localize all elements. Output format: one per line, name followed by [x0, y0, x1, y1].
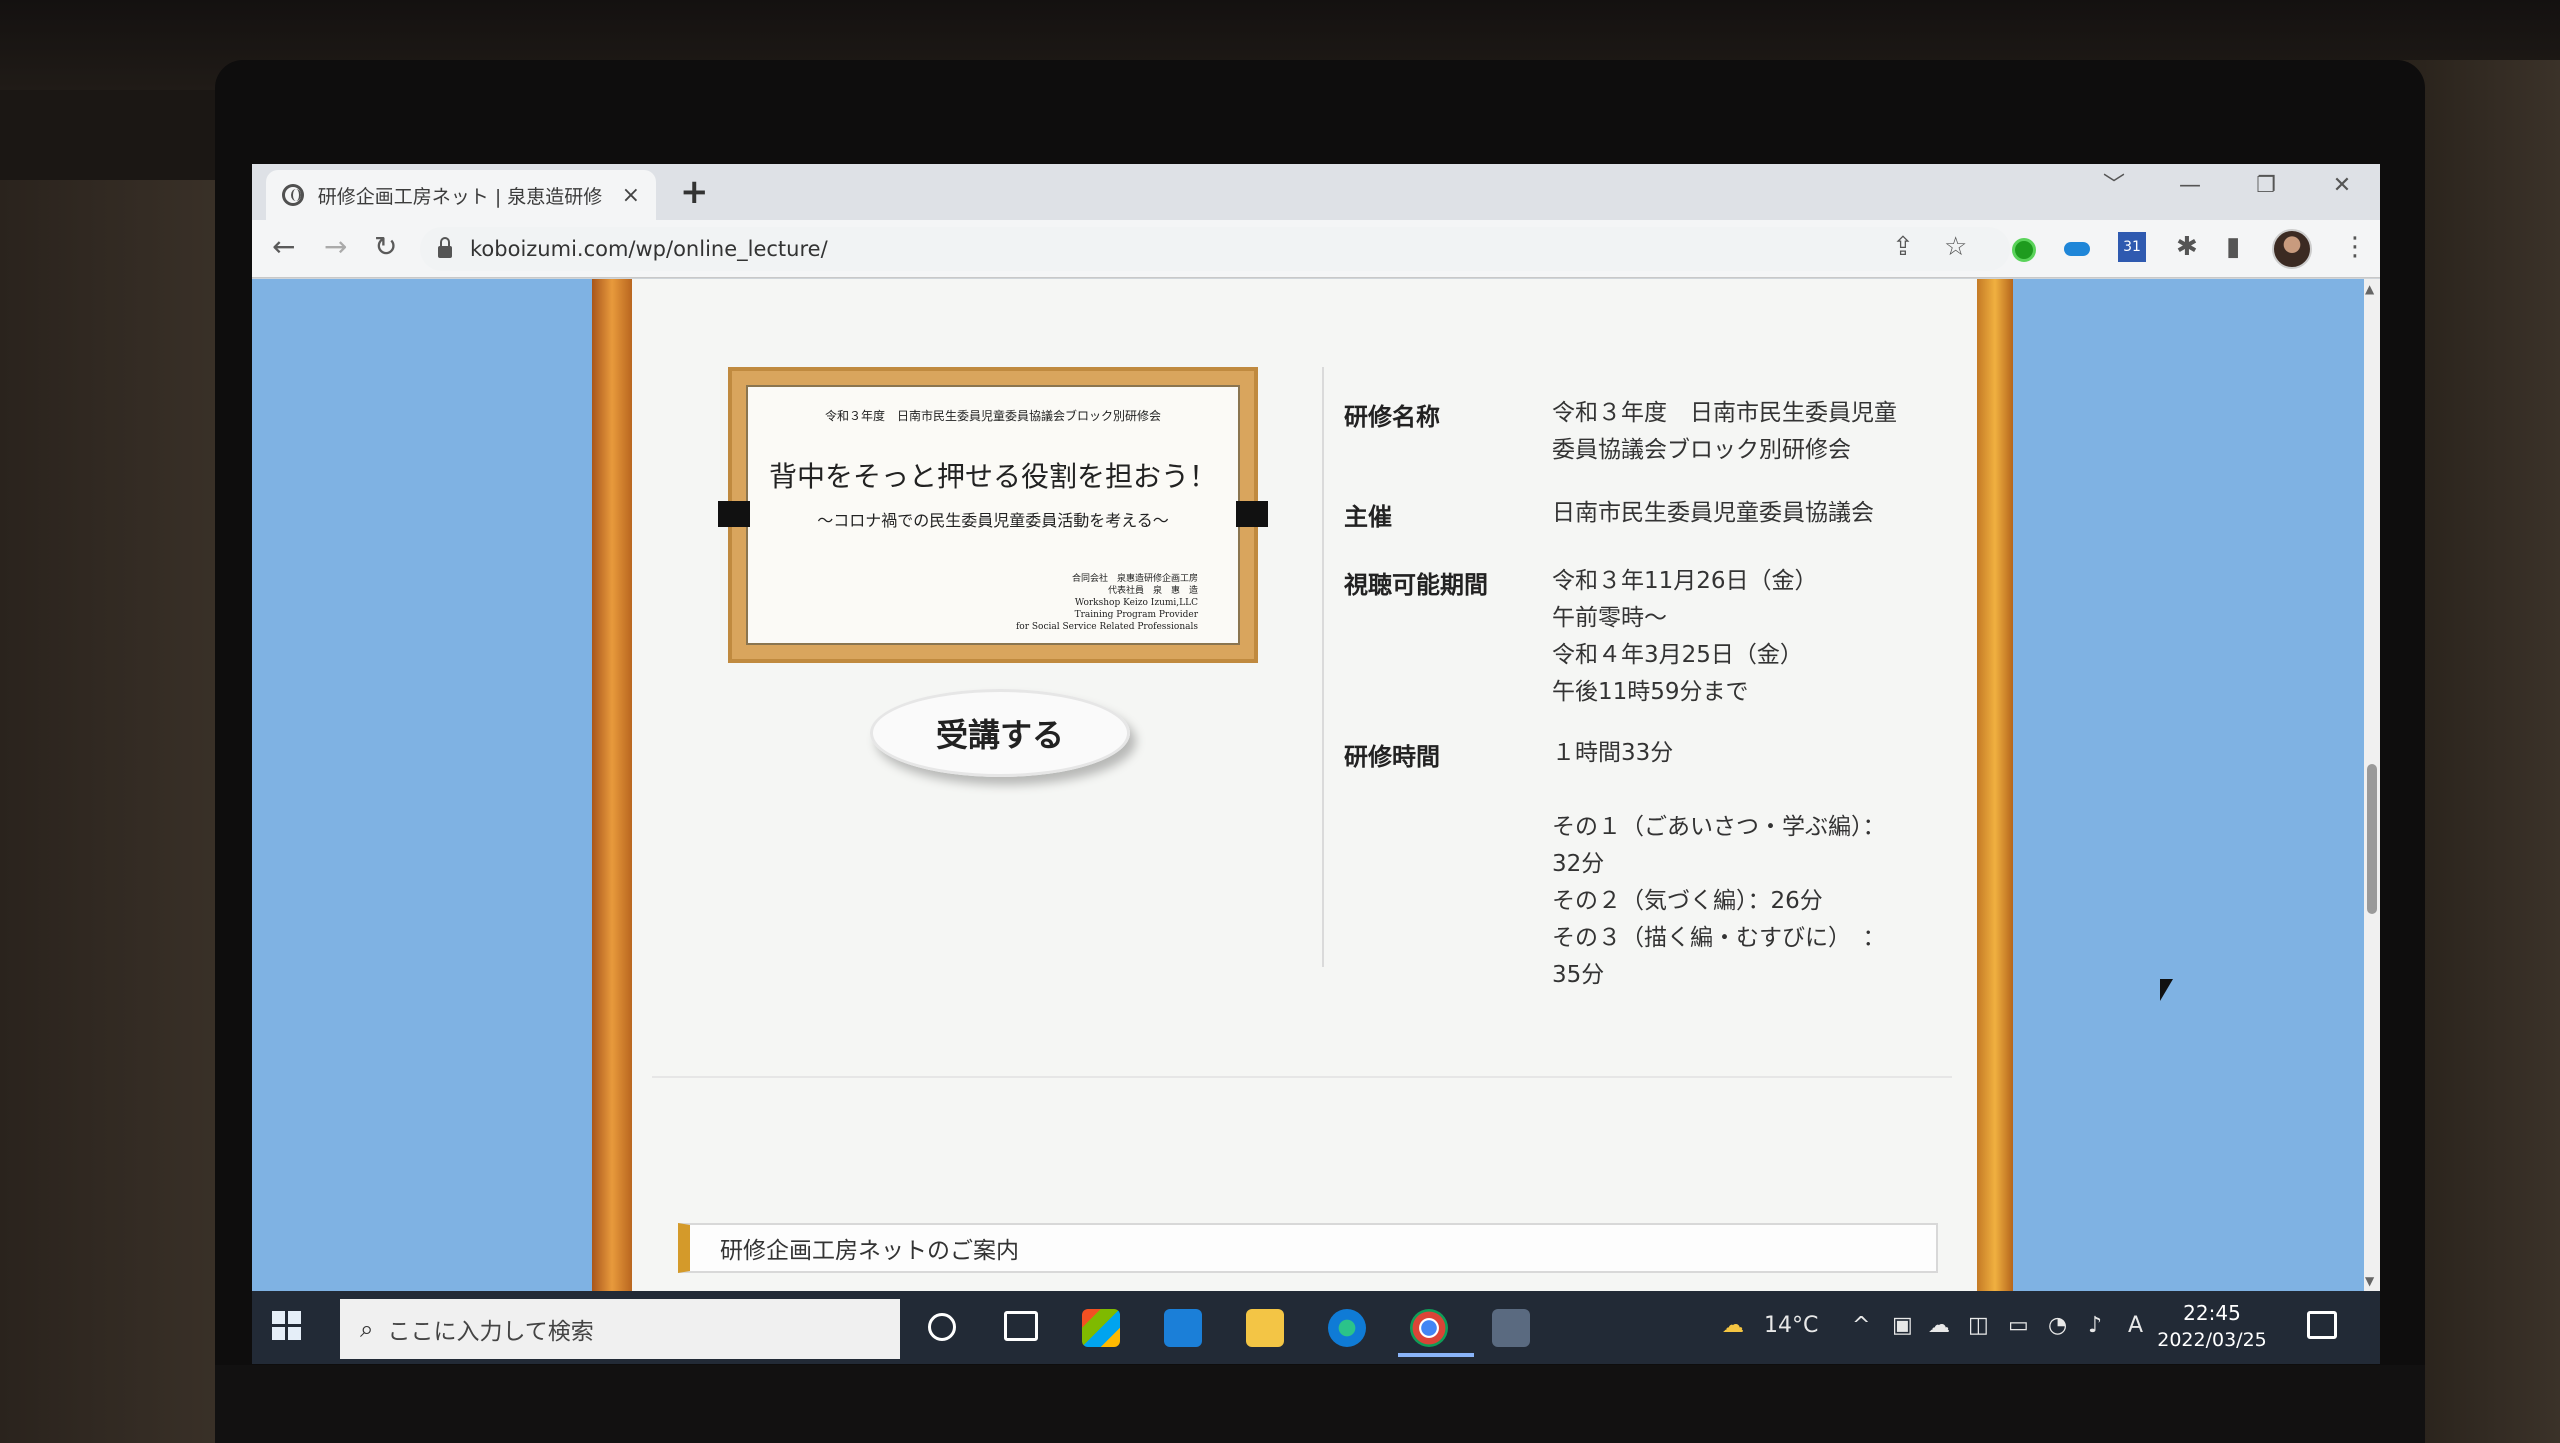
poster-org-line: for Social Service Related Professionals — [1015, 622, 1198, 632]
wifi-icon[interactable]: ◔ — [2048, 1313, 2067, 1338]
new-tab-button[interactable]: + — [680, 172, 709, 212]
duration-line: その３（描く編・むすびに） ：35分 — [1552, 925, 1886, 988]
poster-card: 令和３年度 日南市民生委員児童委員協議会ブロック別研修会 背中をそっと押せる役割… — [718, 385, 1268, 645]
scroll-down-icon[interactable]: ▼ — [2365, 1274, 2374, 1288]
weather-icon[interactable]: ☁ — [1722, 1313, 1744, 1338]
screen: 研修企画工房ネット | 泉恵造研修 × + ﹀ — ❐ ✕ ← → ↻ kobo… — [252, 164, 2380, 1364]
extension-green-icon[interactable] — [2012, 238, 2036, 262]
mail-icon[interactable] — [1164, 1309, 1202, 1347]
extension-icon[interactable]: ✱ — [2176, 232, 2198, 262]
profile-avatar[interactable] — [2272, 229, 2312, 269]
clock-date[interactable]: 2022/03/25 — [2157, 1329, 2267, 1351]
tab-close-icon[interactable]: × — [622, 183, 640, 208]
info-value-host: 日南市民生委員児童委員協議会 — [1552, 500, 1874, 526]
period-line: 令和４年3月25日（金） — [1552, 642, 1803, 668]
info-value-name: 令和３年度 日南市民生委員児童委員協議会ブロック別研修会 — [1552, 400, 1897, 463]
onedrive-icon[interactable]: ☁ — [1928, 1313, 1950, 1338]
section-divider — [652, 1076, 1952, 1078]
browser-toolbar: ← → ↻ koboizumi.com/wp/online_lecture/ ⇪… — [252, 220, 2380, 278]
lecture-poster: 令和３年度 日南市民生委員児童委員協議会ブロック別研修会 背中をそっと押せる役割… — [718, 367, 1268, 663]
scrollbar-thumb[interactable] — [2367, 764, 2377, 914]
search-icon: ⌕ — [360, 1315, 374, 1343]
monitor-bezel-bottom — [215, 1365, 2425, 1443]
mouse-cursor — [2160, 979, 2173, 1001]
poster-title: 背中をそっと押せる役割を担おう！ — [768, 460, 1217, 493]
menu-icon[interactable]: ⋮ — [2342, 232, 2368, 262]
poster-event-line: 令和３年度 日南市民生委員児童委員協議会ブロック別研修会 — [824, 409, 1161, 423]
page-viewport: 令和３年度 日南市民生委員児童委員協議会ブロック別研修会 背中をそっと押せる役割… — [252, 279, 2364, 1291]
back-icon[interactable]: ← — [272, 230, 295, 263]
restore-button[interactable]: ❐ — [2228, 164, 2304, 208]
duration-spacer — [1552, 772, 1902, 809]
info-label-name: 研修名称 — [1344, 403, 1440, 431]
tab-title: 研修企画工房ネット | 泉恵造研修 — [317, 185, 603, 208]
task-view-icon[interactable] — [1004, 1311, 1038, 1341]
info-value-duration: １時間33分 その１（ごあいさつ・学ぶ編）：32分 その２（気づく編）：26分 … — [1552, 735, 1902, 994]
camera-icon[interactable] — [1492, 1309, 1530, 1347]
enroll-button[interactable]: 受講する — [870, 689, 1130, 777]
section-heading: 研修企画工房ネットのご案内 — [678, 1223, 1938, 1273]
period-line: 午後11時59分まで — [1552, 679, 1749, 705]
taskbar-search[interactable]: ⌕ ここに入力して検索 — [340, 1299, 900, 1359]
temperature-text[interactable]: 14°C — [1764, 1313, 1818, 1338]
poster-org-line: 合同会社 泉惠造研修企画工房 — [1071, 574, 1198, 584]
cortana-icon[interactable] — [928, 1313, 956, 1341]
battery-icon[interactable]: ▭ — [2008, 1313, 2029, 1338]
forward-icon[interactable]: → — [324, 230, 347, 263]
poster-org-line: Workshop Keizo Izumi,LLC — [1074, 598, 1198, 608]
notification-icon[interactable] — [2307, 1311, 2337, 1339]
address-bar[interactable]: koboizumi.com/wp/online_lecture/ — [420, 227, 2010, 271]
lock-icon[interactable] — [438, 237, 452, 258]
globe-icon — [282, 184, 304, 206]
info-value-period: 令和３年11月26日（金） 午前零時～ 令和４年3月25日（金） 午後11時59… — [1552, 563, 1902, 711]
minimize-button[interactable]: — — [2152, 164, 2228, 208]
sidepanel-icon[interactable]: ▮ — [2226, 232, 2240, 262]
extension-calendar-icon[interactable]: 31 — [2118, 232, 2146, 262]
frame-right-border — [1977, 279, 2013, 1291]
url-text: koboizumi.com/wp/online_lecture/ — [470, 237, 828, 261]
duration-line: その２（気づく編）：26分 — [1552, 888, 1823, 914]
browser-tab[interactable]: 研修企画工房ネット | 泉恵造研修 × — [266, 170, 656, 220]
chrome-active-indicator — [1398, 1353, 1474, 1357]
period-line: 午前零時～ — [1552, 605, 1667, 631]
scroll-up-icon[interactable]: ▲ — [2365, 282, 2374, 296]
edge-icon[interactable] — [1328, 1309, 1366, 1347]
file-explorer-icon[interactable] — [1246, 1309, 1284, 1347]
background-left — [0, 180, 230, 1443]
star-icon[interactable]: ☆ — [1944, 232, 1967, 262]
clock-time[interactable]: 22:45 — [2167, 1301, 2257, 1325]
info-divider — [1322, 367, 1324, 967]
extension-cloud-icon[interactable] — [2064, 242, 2090, 256]
info-label-host: 主催 — [1344, 503, 1392, 531]
poster-org-line: 代表社員 泉 惠 造 — [1107, 586, 1198, 596]
tab-search-icon[interactable]: ﹀ — [2076, 164, 2152, 208]
window-controls: ﹀ — ❐ ✕ — [2076, 164, 2380, 208]
device-icon[interactable]: ◫ — [1968, 1313, 1989, 1338]
chrome-icon[interactable] — [1410, 1309, 1448, 1347]
duration-line: １時間33分 — [1552, 740, 1674, 766]
info-label-duration: 研修時間 — [1344, 743, 1440, 771]
frame-left-border — [592, 279, 632, 1291]
tray-chevron-icon[interactable]: ^ — [1852, 1313, 1870, 1338]
meet-icon[interactable]: ▣ — [1892, 1313, 1913, 1338]
poster-organizer: 合同会社 泉惠造研修企画工房 代表社員 泉 惠 造 Workshop Keizo… — [1016, 573, 1198, 633]
windows-taskbar: ⌕ ここに入力して検索 ☁ 14°C ^ ▣ ☁ ◫ ▭ ◔ ♪ A 22:45… — [252, 1291, 2380, 1364]
tab-strip: 研修企画工房ネット | 泉恵造研修 × + ﹀ — ❐ ✕ — [252, 164, 2380, 220]
share-icon[interactable]: ⇪ — [1892, 232, 1914, 262]
ime-indicator[interactable]: A — [2128, 1313, 2143, 1338]
duration-line: その１（ごあいさつ・学ぶ編）：32分 — [1552, 814, 1886, 877]
windows-start-icon[interactable] — [272, 1311, 302, 1341]
info-label-period: 視聴可能期間 — [1344, 571, 1488, 599]
close-window-button[interactable]: ✕ — [2304, 164, 2380, 208]
reload-icon[interactable]: ↻ — [374, 230, 397, 263]
volume-icon[interactable]: ♪ — [2088, 1313, 2102, 1338]
poster-subtitle: ～コロナ禍での民生委員児童委員活動を考える～ — [817, 511, 1169, 530]
search-placeholder: ここに入力して検索 — [387, 1319, 594, 1345]
poster-org-line: Training Program Provider — [1074, 610, 1198, 620]
period-line: 令和３年11月26日（金） — [1552, 568, 1818, 594]
content-panel: 令和３年度 日南市民生委員児童委員協議会ブロック別研修会 背中をそっと押せる役割… — [632, 279, 1977, 1291]
store-icon[interactable] — [1082, 1309, 1120, 1347]
